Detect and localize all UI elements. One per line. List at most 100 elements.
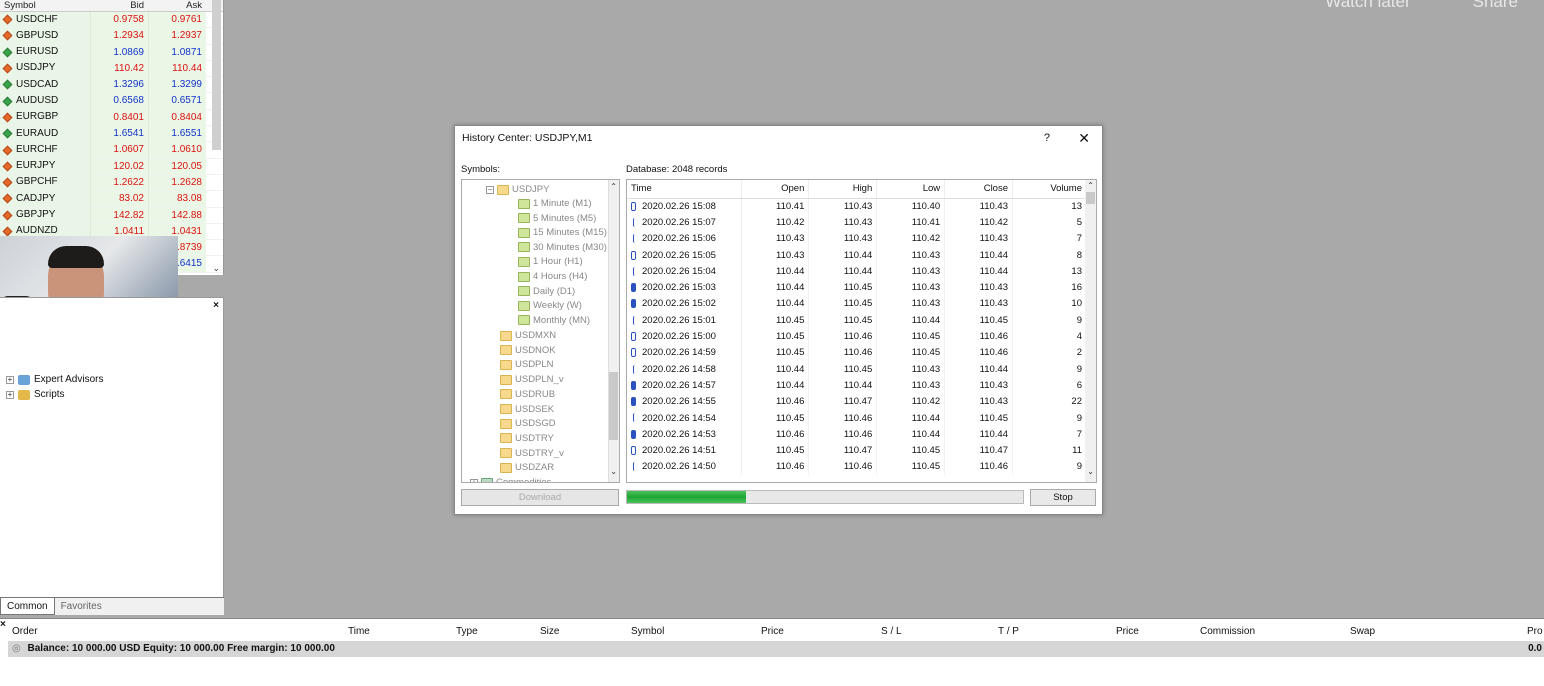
tree-symbol[interactable]: USDNOK [500, 345, 556, 356]
market-watch-row[interactable]: EURGBP 0.8401 0.8404 [0, 109, 223, 127]
close-icon[interactable]: ✕ [1078, 126, 1090, 150]
table-row[interactable]: 2020.02.26 14:59 110.45 110.46 110.45 110.46… [627, 344, 1087, 361]
nav-item-scripts[interactable]: + Scripts [6, 389, 65, 400]
tree-symbol[interactable]: USDRUB [500, 389, 555, 400]
bid-column-header[interactable]: Bid [90, 0, 148, 11]
market-watch-row[interactable]: USDCHF 0.9758 0.9761 [0, 12, 223, 29]
terminal-column-header[interactable]: Size [540, 626, 559, 637]
navigator-close-icon[interactable]: × [213, 300, 219, 311]
tree-timeframe[interactable]: 1 Minute (M1) [518, 198, 592, 209]
tab-favorites[interactable]: Favorites [55, 598, 108, 615]
terminal-column-header[interactable]: Type [456, 626, 478, 637]
market-watch-row[interactable]: USDCAD 1.3296 1.3299 [0, 77, 223, 94]
tree-symbol[interactable]: USDMXN [500, 330, 556, 341]
nav-item-expert-advisors[interactable]: + Expert Advisors [6, 374, 103, 385]
scroll-up-icon[interactable]: ⌃ [610, 182, 617, 191]
terminal-column-header[interactable]: Pro [1527, 626, 1543, 637]
market-watch-row[interactable]: USDJPY 110.42 110.44 [0, 60, 223, 78]
table-row[interactable]: 2020.02.26 15:04 110.44 110.44 110.43 110.44… [627, 263, 1087, 280]
symbol-column-header[interactable]: Symbol [0, 0, 90, 11]
table-row[interactable]: 2020.02.26 14:54 110.45 110.46 110.44 110.45… [627, 409, 1087, 427]
share-link[interactable]: Share [1473, 0, 1518, 12]
table-row[interactable]: 2020.02.26 15:05 110.43 110.44 110.43 110.44… [627, 246, 1087, 264]
column-header[interactable]: Volume [1012, 180, 1087, 199]
terminal-column-header[interactable]: Swap [1350, 626, 1375, 637]
table-row[interactable]: 2020.02.26 15:07 110.42 110.43 110.41 110.42… [627, 214, 1087, 231]
tree-scroll-thumb[interactable] [609, 372, 618, 440]
tree-symbol[interactable]: USDZAR [500, 462, 554, 473]
table-row[interactable]: 2020.02.26 14:51 110.45 110.47 110.45 110.47… [627, 442, 1087, 459]
stop-button[interactable]: Stop [1030, 489, 1096, 506]
table-row[interactable]: 2020.02.26 15:08 110.41 110.43 110.40 110.43… [627, 198, 1087, 215]
ask-column-header[interactable]: Ask [148, 0, 206, 11]
tree-commodities[interactable]: + Commodities [470, 477, 551, 482]
terminal-column-header[interactable]: Price [761, 626, 784, 637]
market-watch-row[interactable]: EURUSD 1.0869 1.0871 [0, 44, 223, 61]
market-watch-row[interactable]: CADJPY 83.02 83.08 [0, 191, 223, 208]
terminal-column-header[interactable]: S / L [881, 626, 902, 637]
terminal-column-header[interactable]: Time [348, 626, 370, 637]
table-row[interactable]: 2020.02.26 14:55 110.46 110.47 110.42 110.43… [627, 393, 1087, 410]
market-watch-row[interactable]: GBPJPY 142.82 142.88 [0, 207, 223, 224]
table-row[interactable]: 2020.02.26 15:06 110.43 110.43 110.42 110.43… [627, 230, 1087, 247]
market-watch-scrollbar[interactable] [212, 0, 221, 150]
market-watch-row[interactable]: AUDUSD 0.6568 0.6571 [0, 93, 223, 110]
column-header[interactable]: Low [876, 180, 946, 199]
table-scrollbar[interactable]: ⌃ ⌄ [1085, 180, 1096, 482]
table-row[interactable]: 2020.02.26 15:01 110.45 110.45 110.44 110.45… [627, 312, 1087, 329]
watch-later-link[interactable]: Watch later [1325, 0, 1410, 12]
tree-symbol[interactable]: USDPLN [500, 359, 554, 370]
tree-timeframe[interactable]: Daily (D1) [518, 286, 575, 297]
tree-symbol[interactable]: USDTRY [500, 433, 554, 444]
tree-timeframe[interactable]: Weekly (W) [518, 300, 582, 311]
table-row[interactable]: 2020.02.26 14:50 110.46 110.46 110.45 110.46… [627, 458, 1087, 476]
tree-timeframe[interactable]: 4 Hours (H4) [518, 271, 587, 282]
tree-symbol[interactable]: USDPLN_v [500, 374, 564, 385]
tree-timeframe[interactable]: 1 Hour (H1) [518, 256, 583, 267]
collapse-icon[interactable]: − [486, 185, 494, 194]
scroll-down-icon[interactable]: ⌄ [212, 263, 220, 274]
table-row[interactable]: 2020.02.26 14:58 110.44 110.45 110.43 110.44… [627, 360, 1087, 378]
tab-common[interactable]: Common [0, 598, 55, 615]
download-button[interactable]: Download [461, 489, 619, 506]
terminal-column-header[interactable]: Commission [1200, 626, 1255, 637]
column-header[interactable]: High [808, 180, 878, 199]
expand-icon[interactable]: + [6, 390, 14, 399]
market-watch-row[interactable]: GBPUSD 1.2934 1.2937 [0, 28, 223, 45]
table-scroll-thumb[interactable] [1086, 192, 1095, 204]
balance-row[interactable]: ◎ Balance: 10 000.00 USD Equity: 10 000.… [8, 641, 1544, 657]
symbols-tree[interactable]: − USDJPY 1 Minute (M1) 5 Minutes (M5) 15 Min… [461, 179, 620, 483]
tree-symbol[interactable]: USDSEK [500, 404, 554, 415]
expand-icon[interactable]: + [470, 478, 478, 482]
scroll-up-icon[interactable]: ⌃ [1087, 181, 1094, 190]
help-button[interactable]: ? [1044, 126, 1050, 150]
tree-timeframe[interactable]: Monthly (MN) [518, 315, 590, 326]
terminal-column-header[interactable]: T / P [998, 626, 1019, 637]
table-row[interactable]: 2020.02.26 15:03 110.44 110.45 110.43 110.43… [627, 279, 1087, 296]
scroll-down-icon[interactable]: ⌄ [610, 467, 617, 476]
column-header[interactable]: Open [741, 180, 810, 199]
column-header[interactable]: Close [944, 180, 1013, 199]
expand-icon[interactable]: + [6, 375, 14, 384]
market-watch-row[interactable]: EURCHF 1.0607 1.0610 [0, 142, 223, 159]
tree-timeframe[interactable]: 30 Minutes (M30) [518, 242, 607, 253]
balance-text: Balance: 10 000.00 USD Equity: 10 000.00… [27, 643, 335, 654]
scroll-down-icon[interactable]: ⌄ [1087, 467, 1094, 476]
tree-symbol[interactable]: USDSGD [500, 418, 556, 429]
market-watch-row[interactable]: EURJPY 120.02 120.05 [0, 158, 223, 175]
table-row[interactable]: 2020.02.26 14:53 110.46 110.46 110.44 110.44… [627, 426, 1087, 443]
table-row[interactable]: 2020.02.26 15:00 110.45 110.46 110.45 110.46… [627, 328, 1087, 345]
tree-root-usdjpy[interactable]: − USDJPY [486, 184, 549, 195]
table-row[interactable]: 2020.02.26 15:02 110.44 110.45 110.43 110.43… [627, 295, 1087, 313]
tree-timeframe[interactable]: 5 Minutes (M5) [518, 213, 596, 224]
tree-timeframe[interactable]: 15 Minutes (M15) [518, 227, 607, 238]
tree-scrollbar[interactable]: ⌃ ⌄ [608, 180, 619, 482]
table-row[interactable]: 2020.02.26 14:57 110.44 110.44 110.43 110.43… [627, 377, 1087, 394]
terminal-column-header[interactable]: Price [1116, 626, 1139, 637]
market-watch-row[interactable]: GBPCHF 1.2622 1.2628 [0, 174, 223, 192]
terminal-column-header[interactable]: Symbol [631, 626, 664, 637]
tree-symbol[interactable]: USDTRY_v [500, 448, 564, 459]
terminal-column-header[interactable]: Order [12, 626, 38, 637]
column-header[interactable]: Time [627, 180, 742, 199]
market-watch-row[interactable]: EURAUD 1.6541 1.6551 [0, 126, 223, 143]
